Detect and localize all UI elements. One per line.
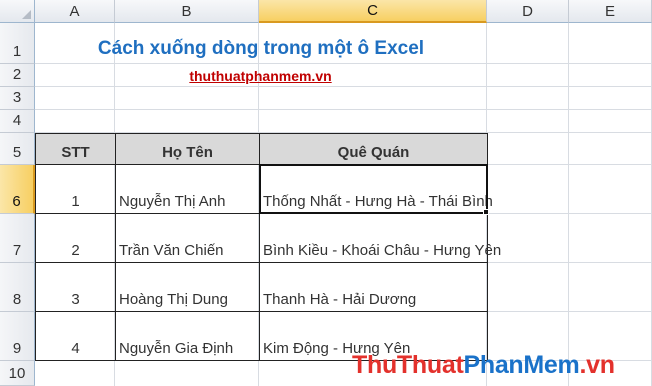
header-cell-stt[interactable]: STT <box>35 133 116 165</box>
fill-handle[interactable] <box>483 209 489 215</box>
watermark-logo: Thu Thuat PhanMem .vn <box>352 345 652 386</box>
row-header-2[interactable]: 2 <box>0 64 35 87</box>
row-header-7[interactable]: 7 <box>0 214 35 263</box>
header-cell-hometown[interactable]: Quê Quán <box>259 133 488 165</box>
cell-name[interactable]: Hoàng Thị Dung <box>116 263 260 312</box>
cell-name[interactable]: Trần Văn Chiến <box>116 214 260 263</box>
cell-name[interactable]: Nguyễn Gia Định <box>116 312 260 361</box>
column-header-c[interactable]: C <box>259 0 487 23</box>
column-header-a[interactable]: A <box>35 0 115 23</box>
row-header-6[interactable]: 6 <box>0 165 35 214</box>
cell-hometown[interactable]: Bình Kiều - Khoái Châu - Hưng Yên <box>260 214 501 263</box>
gridline <box>568 23 569 386</box>
website-link[interactable]: thuthuatphanmem.vn <box>115 64 406 87</box>
row-header-5[interactable]: 5 <box>0 133 35 165</box>
spreadsheet: A B C D E 1 2 3 4 5 6 7 8 9 10 Cách xuốn… <box>0 0 652 386</box>
cell-stt[interactable]: 3 <box>35 263 116 312</box>
select-all-icon <box>22 10 31 19</box>
watermark-part: Thuat <box>396 351 464 379</box>
sheet-title[interactable]: Cách xuống dòng trong một ô Excel <box>35 23 487 64</box>
column-header-e[interactable]: E <box>569 0 652 23</box>
watermark-part: PhanMem <box>463 351 580 379</box>
active-cell-border <box>259 164 488 214</box>
cell-hometown[interactable]: Thanh Hà - Hải Dương <box>260 263 488 312</box>
cell-stt[interactable]: 1 <box>35 165 116 214</box>
column-header-b[interactable]: B <box>115 0 259 23</box>
row-header-10[interactable]: 10 <box>0 361 35 386</box>
row-header-1[interactable]: 1 <box>0 23 35 64</box>
cell-stt[interactable]: 4 <box>35 312 116 361</box>
watermark-part: Thu <box>352 351 397 379</box>
watermark-part: .vn <box>579 351 615 379</box>
gridline <box>35 109 652 110</box>
row-header-4[interactable]: 4 <box>0 110 35 133</box>
column-header-d[interactable]: D <box>487 0 569 23</box>
row-header-9[interactable]: 9 <box>0 312 35 361</box>
select-all-button[interactable] <box>0 0 35 23</box>
header-cell-name[interactable]: Họ Tên <box>115 133 260 165</box>
row-header-3[interactable]: 3 <box>0 87 35 110</box>
cell-name[interactable]: Nguyễn Thị Anh <box>116 165 260 214</box>
row-header-8[interactable]: 8 <box>0 263 35 312</box>
cell-stt[interactable]: 2 <box>35 214 116 263</box>
